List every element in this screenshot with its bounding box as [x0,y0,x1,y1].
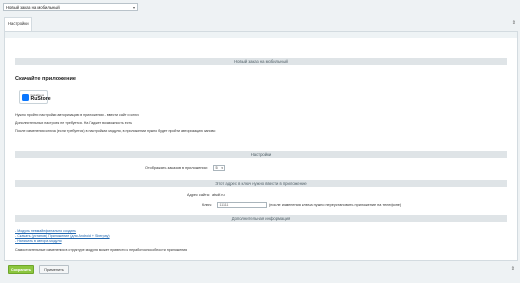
chevron-down-icon: ▾ [132,5,135,10]
info-link-2[interactable]: - Скачать (установ) Приложение (для Andr… [15,234,110,238]
instruction-line-3: После изменения ключа (если требуется) в… [15,129,216,133]
order-type-select[interactable]: Новый заказ на мобильный ▾ [3,3,138,11]
save-button[interactable]: Сохранить [8,265,34,274]
key-input-value: 11111 [219,203,229,207]
instruction-line-1: Нужно пройти настройки авторизацию в при… [15,113,139,117]
site-address-label: Адрес сайта: [187,193,210,197]
section-header-info: Дополнительная информация [15,215,507,222]
pin-icon[interactable]: ⇕ [512,20,516,26]
rustore-logo-icon [22,94,29,101]
key-note: (после изменения ключа нужно переустанов… [269,203,402,207]
section-header-settings: Настройки [15,151,507,158]
key-input[interactable]: 11111 [217,202,267,208]
key-label: Ключ: [202,203,213,207]
site-address-value: atsdf.ru [212,193,225,197]
settings-panel: Новый заказ на мобильный Скачайте прилож… [4,31,518,261]
panel-topbar [5,32,517,38]
orders-count-value: 5 [215,166,218,170]
info-link-3[interactable]: - Написать в автора модуля [15,239,62,243]
pin-icon[interactable]: ⇕ [511,266,515,272]
chevron-down-icon: ▾ [221,166,223,170]
tab-bar: Настройки ⇕ [4,17,518,31]
form-footer: Сохранить Применить ⇕ [4,263,518,277]
tab-settings[interactable]: Настройки [4,17,32,31]
tab-settings-label: Настройки [8,21,29,26]
download-app-title: Скачайте приложение [15,76,77,82]
instruction-line-2: Дополнительных настроек не требуется. На… [15,121,133,125]
info-link-1[interactable]: - Модуль невмайнфинально создать [15,229,76,233]
orders-count-select[interactable]: 5 ▾ [213,165,225,171]
rustore-badge-big-text: RuStore [30,96,51,103]
rustore-badge[interactable]: Скачайте из RuStore [19,90,51,104]
orders-count-label: Отображать заказов в приложении: [145,166,208,170]
section-header-address: Этот адрес в ключ нужно ввести в приложе… [15,180,507,187]
apply-button[interactable]: Применить [39,265,69,274]
section-header-main: Новый заказ на мобильный [15,58,507,65]
info-note: Самостоятельные изменения в структуре мо… [15,248,188,252]
order-type-select-value: Новый заказ на мобильный [6,5,60,10]
